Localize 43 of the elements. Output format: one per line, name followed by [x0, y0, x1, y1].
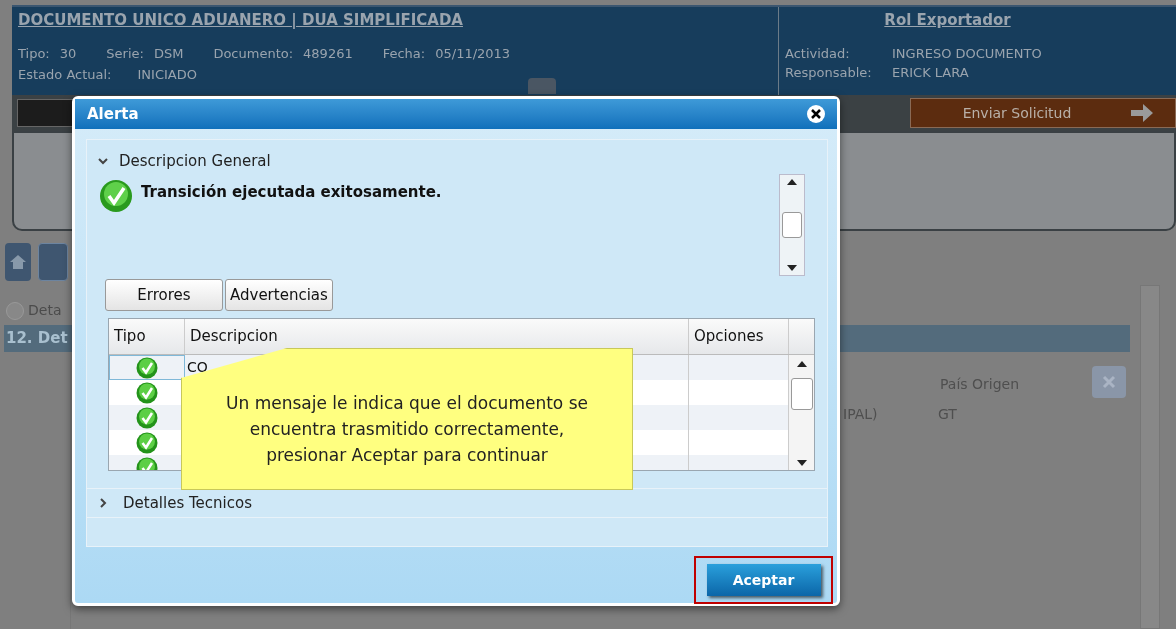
success-message: Transición ejecutada exitosamente. [141, 181, 442, 203]
success-icon [135, 356, 158, 379]
field-value: 05/11/2013 [435, 44, 511, 63]
field-label: Estado Actual: [18, 66, 112, 84]
field-label: Fecha: [382, 44, 426, 63]
column-header[interactable]: Tipo [109, 319, 185, 354]
scroll-thumb[interactable] [782, 212, 802, 238]
table-cell-text: CO [187, 358, 208, 377]
field-label: Serie: [106, 44, 144, 63]
arrow-icon [1131, 104, 1154, 122]
column-header[interactable]: Opciones [689, 319, 789, 354]
scroll-up-icon[interactable] [787, 179, 797, 185]
field-value: 30 [59, 44, 77, 63]
scroll-down-icon[interactable] [797, 460, 807, 466]
chevron-icon[interactable] [97, 497, 109, 509]
send-request-button[interactable]: Enviar Solicitud [910, 98, 1176, 128]
field-value: ERICK LARA [892, 64, 969, 82]
field-value: INICIADO [137, 66, 197, 84]
success-icon [99, 178, 133, 213]
section-title: 12. Det [6, 328, 68, 350]
table-scrollbar[interactable] [788, 355, 814, 470]
home-icon[interactable] [5, 243, 31, 281]
scroll-up-icon[interactable] [797, 361, 807, 367]
message-scrollbar[interactable] [779, 174, 805, 276]
close-icon[interactable] [807, 105, 825, 123]
dialog-title: Alerta [87, 103, 139, 125]
role-title: Rol Exportador [884, 10, 1011, 31]
field-value: INGRESO DOCUMENTO [892, 44, 1042, 63]
tab[interactable]: Errores [105, 279, 223, 311]
scroll-thumb[interactable] [791, 377, 813, 410]
field-label: Actividad: [785, 44, 851, 63]
success-icon [135, 406, 158, 429]
field-label: Responsable: [785, 64, 873, 82]
field-label: Tipo: [18, 44, 50, 63]
field-value: 489261 [303, 44, 353, 63]
accept-button[interactable]: Aceptar [706, 564, 821, 596]
field-value: DSM [153, 44, 184, 63]
document-title: DOCUMENTO UNICO ADUANERO | DUA SIMPLIFICADA [18, 10, 464, 31]
section-header[interactable]: Descripcion General [119, 150, 271, 173]
field-label: Documento: [213, 44, 294, 63]
tab[interactable]: Advertencias [225, 279, 333, 311]
scroll-down-icon[interactable] [787, 265, 797, 271]
section-header[interactable]: Detalles Tecnicos [123, 491, 252, 515]
